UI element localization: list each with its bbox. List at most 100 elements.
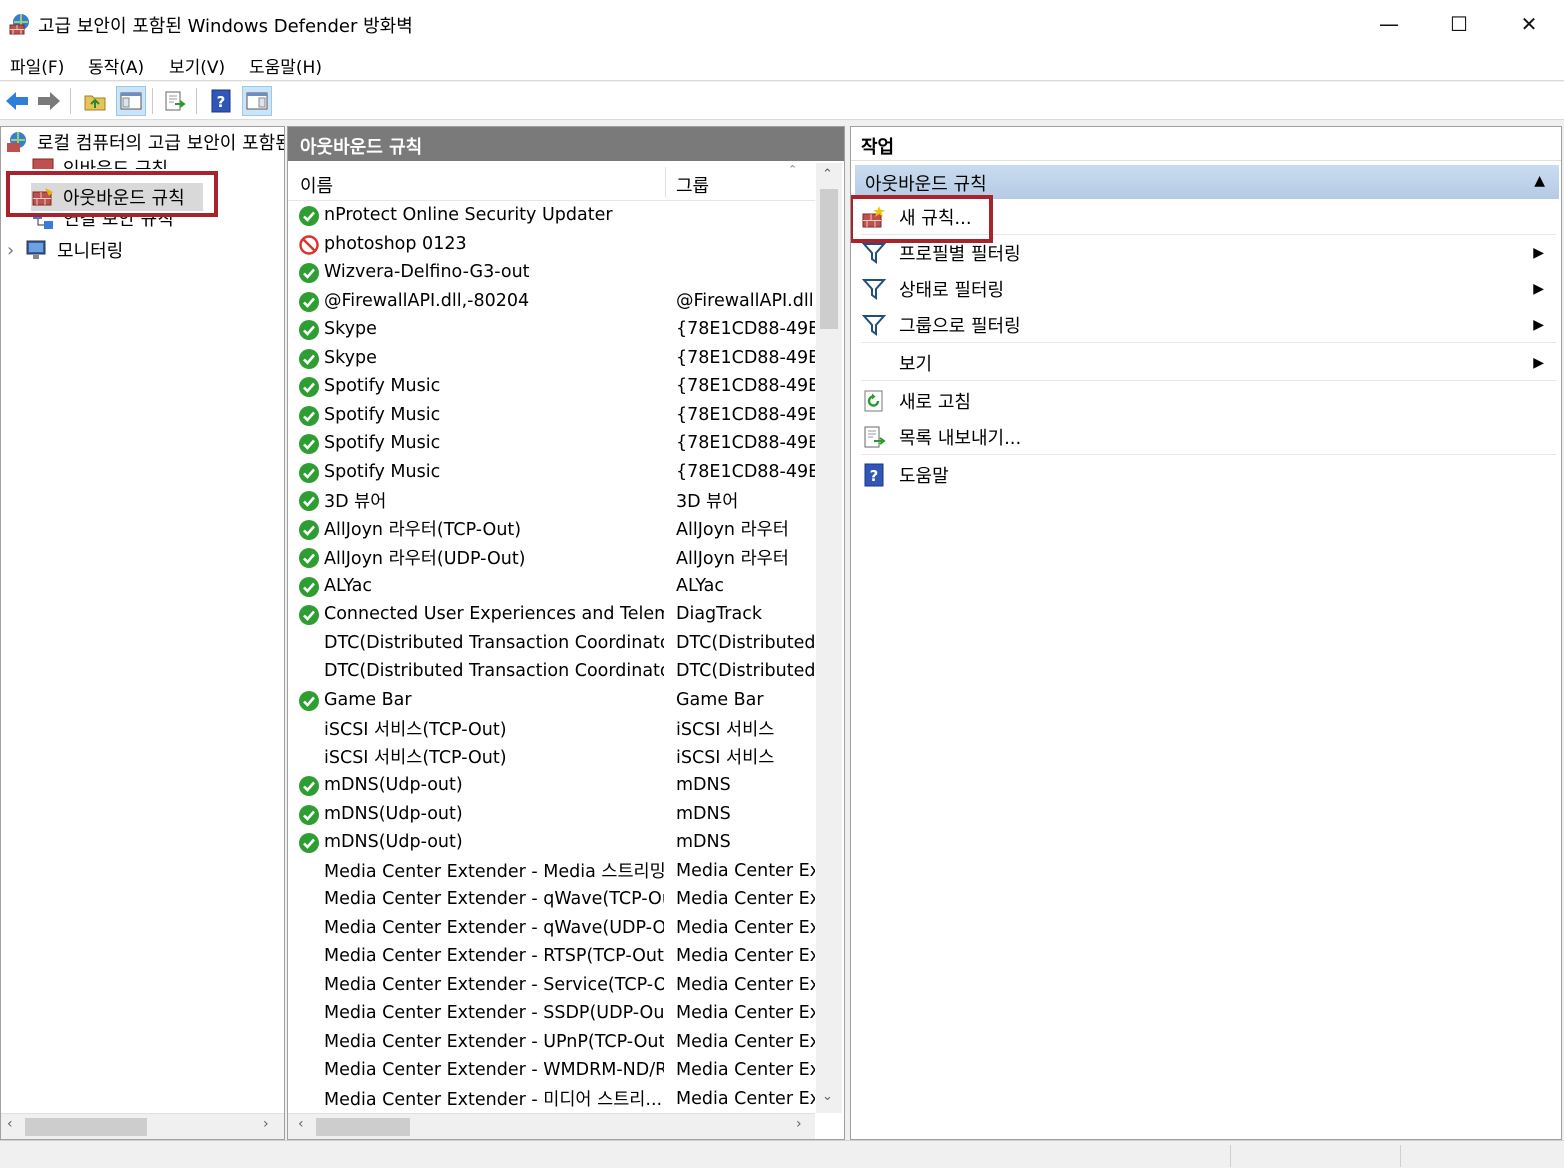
back-button[interactable] — [2, 86, 32, 116]
inbound-rules-icon — [32, 158, 54, 169]
table-row[interactable]: Media Center Extender - Media 스트리밍... Med… — [288, 857, 815, 886]
action-label: 상태로 필터링 — [899, 280, 1005, 301]
scroll-left-icon[interactable]: ‹ — [298, 1116, 304, 1132]
rule-group: 3D 뷰어 — [676, 491, 739, 512]
rules-list-pane: 아웃바운드 규칙 이름 그룹 ⌃ nProtect Online Securit… — [287, 126, 845, 1140]
table-row[interactable]: AllJoyn 라우터(UDP-Out) AllJoyn 라우터 — [288, 543, 815, 572]
highlight-box-outbound-rules — [6, 171, 218, 217]
title-bar: 고급 보안이 포함된 Windows Defender 방화벽 — ☐ ✕ — [0, 0, 1564, 48]
scroll-right-icon[interactable]: › — [263, 1116, 269, 1132]
tree-root[interactable]: 로컬 컴퓨터의 고급 보안이 포함된 — [5, 129, 284, 155]
collapse-caret-icon[interactable]: ▲ — [1534, 173, 1545, 189]
rule-name: iSCSI 서비스(TCP-Out) — [324, 748, 507, 769]
console-tree-icon — [120, 92, 142, 110]
rules-horizontal-scrollbar[interactable]: ‹ › — [288, 1113, 815, 1139]
table-row[interactable]: Skype {78E1CD88-49E3-4 — [288, 315, 815, 344]
export-icon — [165, 91, 186, 111]
action-label: 도움말 — [899, 466, 949, 487]
table-row[interactable]: Spotify Music {78E1CD88-49E3-4 — [288, 429, 815, 458]
export-list-action[interactable]: 목록 내보내기... — [861, 419, 1556, 455]
action-pane-icon — [246, 92, 268, 110]
menu-help[interactable]: 도움말(H) — [249, 53, 322, 78]
table-row[interactable]: iSCSI 서비스(TCP-Out) iSCSI 서비스 — [288, 714, 815, 743]
forward-button[interactable] — [34, 86, 64, 116]
column-header-name[interactable]: 이름 — [300, 172, 333, 198]
close-button[interactable]: ✕ — [1494, 0, 1564, 48]
export-icon — [861, 424, 887, 450]
rule-group: Media Center Exte — [676, 1031, 815, 1052]
table-row[interactable]: Media Center Extender - 미디어 스트리... Media … — [288, 1085, 815, 1112]
scroll-thumb[interactable] — [820, 189, 838, 329]
allow-check-icon — [299, 519, 319, 540]
refresh-action[interactable]: 새로 고침 — [861, 383, 1556, 419]
actions-section-outbound-rules[interactable]: 아웃바운드 규칙 ▲ — [855, 165, 1559, 199]
maximize-button[interactable]: ☐ — [1424, 0, 1494, 48]
table-row[interactable]: Media Center Extender - UPnP(TCP-Out) Med… — [288, 1028, 815, 1057]
table-row[interactable]: ALYac ALYac — [288, 572, 815, 601]
rule-name: mDNS(Udp-out) — [324, 803, 463, 824]
rules-vertical-scrollbar[interactable]: ⌃ ⌄ — [816, 163, 842, 1113]
table-row[interactable]: @FirewallAPI.dll,-80204 @FirewallAPI.dll,… — [288, 287, 815, 316]
table-row[interactable]: Wizvera-Delfino-G3-out — [288, 258, 815, 287]
rule-name: Media Center Extender - 미디어 스트리... — [324, 1090, 663, 1111]
rule-group: iSCSI 서비스 — [676, 719, 775, 740]
action-label: 그룹으로 필터링 — [899, 315, 1021, 337]
minimize-button[interactable]: — — [1354, 0, 1424, 48]
table-row[interactable]: Media Center Extender - qWave(UDP-Out) Me… — [288, 914, 815, 943]
table-row[interactable]: DTC(Distributed Transaction Coordinator)… — [288, 629, 815, 658]
toolbar-separator — [196, 88, 197, 114]
table-row[interactable]: mDNS(Udp-out) mDNS — [288, 828, 815, 857]
table-row[interactable]: Media Center Extender - WMDRM-ND/R... Med… — [288, 1056, 815, 1085]
table-row[interactable]: photoshop 0123 — [288, 230, 815, 259]
expand-chevron-icon[interactable]: › — [7, 240, 25, 261]
table-row[interactable]: Game Bar Game Bar — [288, 686, 815, 715]
table-row[interactable]: Skype {78E1CD88-49E3-4 — [288, 344, 815, 373]
scroll-right-icon[interactable]: › — [796, 1116, 802, 1132]
menu-file[interactable]: 파일(F) — [10, 53, 64, 78]
menu-view[interactable]: 보기(V) — [169, 53, 225, 78]
table-row[interactable]: Media Center Extender - qWave(TCP-Out) Me… — [288, 885, 815, 914]
tree-item-monitoring[interactable]: › 모니터링 — [7, 237, 123, 263]
allow-check-icon — [299, 263, 319, 283]
rule-group: {78E1CD88-49E3-4 — [676, 347, 815, 368]
table-row[interactable]: Spotify Music {78E1CD88-49E3-4 — [288, 372, 815, 401]
help-button[interactable]: ? — [206, 86, 236, 116]
rule-name: Connected User Experiences and Telemetry — [324, 604, 664, 625]
table-row[interactable]: mDNS(Udp-out) mDNS — [288, 771, 815, 800]
show-hide-action-pane-button[interactable] — [242, 86, 272, 116]
help-action[interactable]: ? 도움말 — [861, 457, 1556, 493]
menu-action[interactable]: 동작(A) — [88, 53, 144, 78]
column-divider[interactable] — [665, 167, 666, 197]
show-hide-console-tree-button[interactable] — [116, 86, 146, 116]
actions-pane: 작업 아웃바운드 규칙 ▲ 새 규칙... 프로필별 필터링 ▶ 상태로 필터링 ▶ 그룹… — [850, 126, 1562, 1140]
highlight-box-new-rule — [851, 195, 993, 243]
filter-by-group-action[interactable]: 그룹으로 필터링 ▶ — [861, 307, 1556, 343]
export-list-button[interactable] — [160, 86, 190, 116]
table-row[interactable]: Connected User Experiences and Telemetry… — [288, 600, 815, 629]
view-action[interactable]: 보기 ▶ — [861, 345, 1556, 381]
table-row[interactable]: AllJoyn 라우터(TCP-Out) AllJoyn 라우터 — [288, 515, 815, 544]
scroll-thumb[interactable] — [316, 1118, 410, 1136]
scroll-up-icon[interactable]: ⌃ — [822, 167, 833, 182]
table-row[interactable]: DTC(Distributed Transaction Coordinator)… — [288, 657, 815, 686]
tree-horizontal-scrollbar[interactable]: ‹ › — [1, 1113, 284, 1139]
table-row[interactable]: iSCSI 서비스(TCP-Out) iSCSI 서비스 — [288, 743, 815, 772]
table-row[interactable]: mDNS(Udp-out) mDNS — [288, 800, 815, 829]
up-folder-button[interactable] — [80, 86, 110, 116]
scroll-down-icon[interactable]: ⌄ — [822, 1089, 833, 1104]
scroll-thumb[interactable] — [25, 1118, 147, 1136]
table-row[interactable]: nProtect Online Security Updater — [288, 201, 815, 230]
table-row[interactable]: Media Center Extender - RTSP(TCP-Out) Med… — [288, 942, 815, 971]
rules-table: nProtect Online Security Updater photosho… — [288, 201, 815, 1111]
column-header-group[interactable]: 그룹 — [676, 172, 709, 198]
table-row[interactable]: Media Center Extender - Service(TCP-Out)… — [288, 971, 815, 1000]
rule-name: Spotify Music — [324, 433, 441, 454]
filter-by-state-action[interactable]: 상태로 필터링 ▶ — [861, 271, 1556, 307]
table-row[interactable]: Spotify Music {78E1CD88-49E3-4 — [288, 401, 815, 430]
tree-item-inbound-rules[interactable]: 인바운드 규칙 — [31, 155, 168, 169]
scroll-left-icon[interactable]: ‹ — [7, 1116, 13, 1132]
table-row[interactable]: Media Center Extender - SSDP(UDP-Out) Med… — [288, 999, 815, 1028]
table-row[interactable]: 3D 뷰어 3D 뷰어 — [288, 486, 815, 515]
table-row[interactable]: Spotify Music {78E1CD88-49E3-4 — [288, 458, 815, 487]
rule-name: DTC(Distributed Transaction Coordinator)… — [324, 661, 664, 682]
